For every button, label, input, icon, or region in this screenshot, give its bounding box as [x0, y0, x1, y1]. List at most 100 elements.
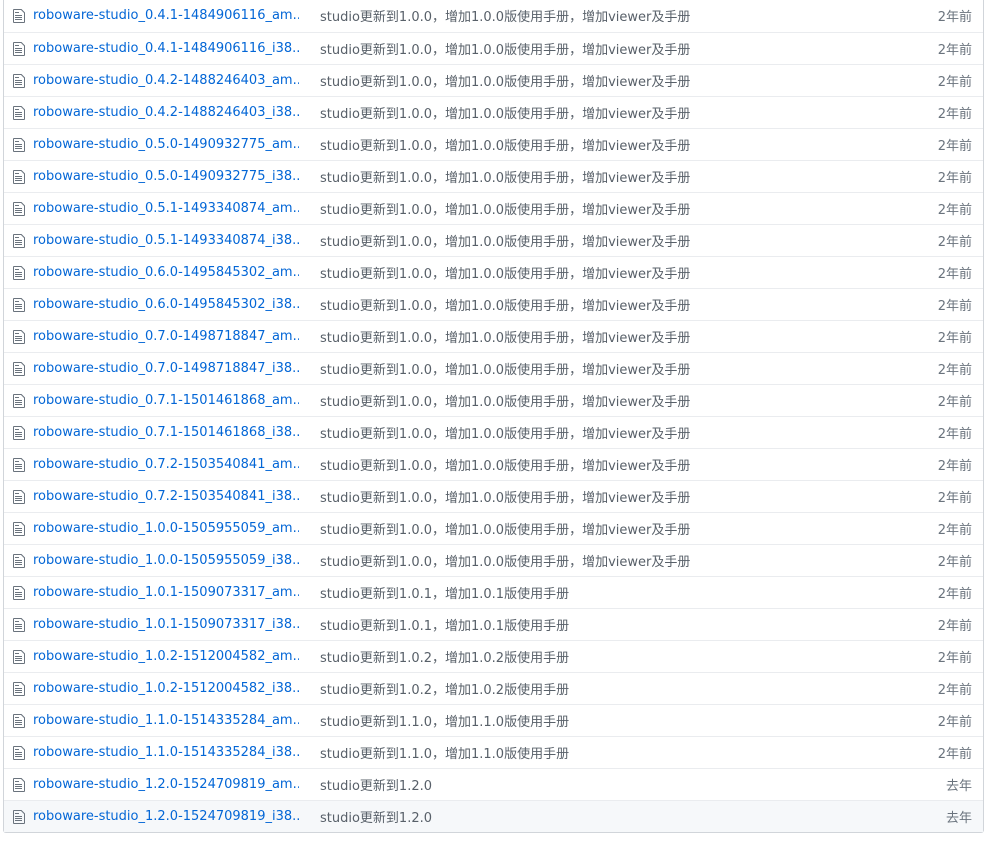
file-text-icon — [13, 169, 29, 185]
file-text-icon — [13, 649, 29, 665]
file-name-link[interactable]: roboware-studio_1.0.0-1505955059_am... — [33, 521, 299, 536]
commit-message-link[interactable]: studio更新到1.0.0，增加1.0.0版使用手册，增加viewer及手册 — [320, 263, 872, 282]
file-name-link[interactable]: roboware-studio_0.4.1-1484906116_i38... — [33, 41, 299, 56]
table-row: roboware-studio_1.0.0-1505955059_i38... s… — [4, 544, 983, 576]
commit-age: 去年 — [945, 779, 972, 794]
commit-message-link[interactable]: studio更新到1.0.0，增加1.0.0版使用手册，增加viewer及手册 — [320, 39, 872, 58]
commit-message-link[interactable]: studio更新到1.0.0，增加1.0.0版使用手册，增加viewer及手册 — [320, 327, 872, 346]
file-text-icon — [13, 361, 29, 377]
table-row: roboware-studio_1.1.0-1514335284_i38... s… — [4, 736, 983, 768]
file-name-link[interactable]: roboware-studio_0.7.0-1498718847_am... — [33, 329, 299, 344]
commit-age: 2年前 — [937, 651, 972, 666]
file-text-icon — [13, 553, 29, 569]
file-name-link[interactable]: roboware-studio_1.2.0-1524709819_i38... — [33, 809, 299, 824]
file-text-icon — [13, 105, 29, 121]
commit-message-link[interactable]: studio更新到1.0.0，增加1.0.0版使用手册，增加viewer及手册 — [320, 135, 872, 154]
commit-message-link[interactable]: studio更新到1.0.0，增加1.0.0版使用手册，增加viewer及手册 — [320, 487, 872, 506]
commit-message-link[interactable]: studio更新到1.0.0，增加1.0.0版使用手册，增加viewer及手册 — [320, 6, 872, 25]
file-text-icon — [13, 681, 29, 697]
commit-age: 2年前 — [937, 203, 972, 218]
file-name-link[interactable]: roboware-studio_0.7.2-1503540841_am... — [33, 457, 299, 472]
table-row: roboware-studio_0.4.2-1488246403_am... st… — [4, 64, 983, 96]
file-name-link[interactable]: roboware-studio_0.7.0-1498718847_i38... — [33, 361, 299, 376]
table-row: roboware-studio_0.5.0-1490932775_am... st… — [4, 128, 983, 160]
file-text-icon — [13, 585, 29, 601]
table-row: roboware-studio_0.6.0-1495845302_i38... s… — [4, 288, 983, 320]
table-row: roboware-studio_0.7.1-1501461868_am... st… — [4, 384, 983, 416]
file-name-link[interactable]: roboware-studio_0.7.2-1503540841_i38... — [33, 489, 299, 504]
commit-message-link[interactable]: studio更新到1.0.0，增加1.0.0版使用手册，增加viewer及手册 — [320, 551, 872, 570]
table-row: roboware-studio_1.0.1-1509073317_am... st… — [4, 576, 983, 608]
commit-message-link[interactable]: studio更新到1.0.0，增加1.0.0版使用手册，增加viewer及手册 — [320, 103, 872, 122]
file-text-icon — [13, 329, 29, 345]
commit-message-link[interactable]: studio更新到1.2.0 — [320, 807, 872, 826]
file-name-link[interactable]: roboware-studio_0.4.1-1484906116_am... — [33, 8, 299, 23]
commit-age: 2年前 — [937, 171, 972, 186]
commit-age: 2年前 — [937, 747, 972, 762]
file-name-link[interactable]: roboware-studio_0.5.1-1493340874_i38... — [33, 233, 299, 248]
file-name-link[interactable]: roboware-studio_0.6.0-1495845302_am... — [33, 265, 299, 280]
table-row: roboware-studio_0.4.1-1484906116_am... st… — [4, 0, 983, 32]
commit-message-link[interactable]: studio更新到1.0.2，增加1.0.2版使用手册 — [320, 679, 872, 698]
file-list: roboware-studio_0.4.1-1484906116_am...st… — [3, 0, 984, 833]
commit-age: 2年前 — [937, 395, 972, 410]
commit-age: 2年前 — [937, 75, 972, 90]
table-row: roboware-studio_1.1.0-1514335284_am... st… — [4, 704, 983, 736]
commit-message-link[interactable]: studio更新到1.0.0，增加1.0.0版使用手册，增加viewer及手册 — [320, 455, 872, 474]
commit-age: 2年前 — [937, 491, 972, 506]
commit-message-link[interactable]: studio更新到1.0.0，增加1.0.0版使用手册，增加viewer及手册 — [320, 199, 872, 218]
table-row: roboware-studio_1.0.1-1509073317_i38... s… — [4, 608, 983, 640]
file-text-icon — [13, 233, 29, 249]
commit-age: 2年前 — [937, 555, 972, 570]
commit-message-link[interactable]: studio更新到1.0.0，增加1.0.0版使用手册，增加viewer及手册 — [320, 167, 872, 186]
file-name-link[interactable]: roboware-studio_1.0.1-1509073317_i38... — [33, 617, 299, 632]
file-name-link[interactable]: roboware-studio_1.1.0-1514335284_i38... — [33, 745, 299, 760]
commit-message-link[interactable]: studio更新到1.0.0，增加1.0.0版使用手册，增加viewer及手册 — [320, 391, 872, 410]
commit-message-link[interactable]: studio更新到1.0.0，增加1.0.0版使用手册，增加viewer及手册 — [320, 423, 872, 442]
file-text-icon — [13, 8, 29, 24]
file-text-icon — [13, 73, 29, 89]
table-row: roboware-studio_0.5.0-1490932775_i38... s… — [4, 160, 983, 192]
table-row: roboware-studio_1.2.0-1524709819_am... st… — [4, 768, 983, 800]
file-text-icon — [13, 201, 29, 217]
commit-message-link[interactable]: studio更新到1.0.0，增加1.0.0版使用手册，增加viewer及手册 — [320, 359, 872, 378]
file-text-icon — [13, 617, 29, 633]
file-name-link[interactable]: roboware-studio_0.5.0-1490932775_i38... — [33, 169, 299, 184]
file-name-link[interactable]: roboware-studio_0.5.1-1493340874_am... — [33, 201, 299, 216]
table-row: roboware-studio_0.7.2-1503540841_am... st… — [4, 448, 983, 480]
file-name-link[interactable]: roboware-studio_1.2.0-1524709819_am... — [33, 777, 299, 792]
table-row: roboware-studio_1.0.2-1512004582_am... st… — [4, 640, 983, 672]
file-name-link[interactable]: roboware-studio_0.5.0-1490932775_am... — [33, 137, 299, 152]
commit-age: 2年前 — [937, 523, 972, 538]
commit-message-link[interactable]: studio更新到1.0.1，增加1.0.1版使用手册 — [320, 615, 872, 634]
commit-message-link[interactable]: studio更新到1.0.0，增加1.0.0版使用手册，增加viewer及手册 — [320, 295, 872, 314]
file-name-link[interactable]: roboware-studio_1.0.0-1505955059_i38... — [33, 553, 299, 568]
file-name-link[interactable]: roboware-studio_1.0.1-1509073317_am... — [33, 585, 299, 600]
table-row: roboware-studio_0.6.0-1495845302_am... st… — [4, 256, 983, 288]
commit-message-link[interactable]: studio更新到1.0.0，增加1.0.0版使用手册，增加viewer及手册 — [320, 71, 872, 90]
commit-message-link[interactable]: studio更新到1.0.0，增加1.0.0版使用手册，增加viewer及手册 — [320, 231, 872, 250]
commit-message-link[interactable]: studio更新到1.1.0，增加1.1.0版使用手册 — [320, 743, 872, 762]
file-text-icon — [13, 265, 29, 281]
file-name-link[interactable]: roboware-studio_1.0.2-1512004582_i38... — [33, 681, 299, 696]
commit-age: 2年前 — [937, 587, 972, 602]
table-row: roboware-studio_1.0.0-1505955059_am... st… — [4, 512, 983, 544]
commit-age: 2年前 — [937, 715, 972, 730]
commit-message-link[interactable]: studio更新到1.0.2，增加1.0.2版使用手册 — [320, 647, 872, 666]
file-name-link[interactable]: roboware-studio_1.0.2-1512004582_am... — [33, 649, 299, 664]
table-row: roboware-studio_0.7.0-1498718847_i38... s… — [4, 352, 983, 384]
file-name-link[interactable]: roboware-studio_0.4.2-1488246403_am... — [33, 73, 299, 88]
file-name-link[interactable]: roboware-studio_0.7.1-1501461868_am... — [33, 393, 299, 408]
file-text-icon — [13, 297, 29, 313]
commit-message-link[interactable]: studio更新到1.0.0，增加1.0.0版使用手册，增加viewer及手册 — [320, 519, 872, 538]
file-name-link[interactable]: roboware-studio_0.4.2-1488246403_i38... — [33, 105, 299, 120]
table-row: roboware-studio_0.7.2-1503540841_i38... s… — [4, 480, 983, 512]
file-name-link[interactable]: roboware-studio_1.1.0-1514335284_am... — [33, 713, 299, 728]
file-name-link[interactable]: roboware-studio_0.6.0-1495845302_i38... — [33, 297, 299, 312]
commit-message-link[interactable]: studio更新到1.1.0，增加1.1.0版使用手册 — [320, 711, 872, 730]
file-text-icon — [13, 777, 29, 793]
commit-message-link[interactable]: studio更新到1.0.1，增加1.0.1版使用手册 — [320, 583, 872, 602]
commit-message-link[interactable]: studio更新到1.2.0 — [320, 775, 872, 794]
file-name-link[interactable]: roboware-studio_0.7.1-1501461868_i38... — [33, 425, 299, 440]
file-text-icon — [13, 425, 29, 441]
